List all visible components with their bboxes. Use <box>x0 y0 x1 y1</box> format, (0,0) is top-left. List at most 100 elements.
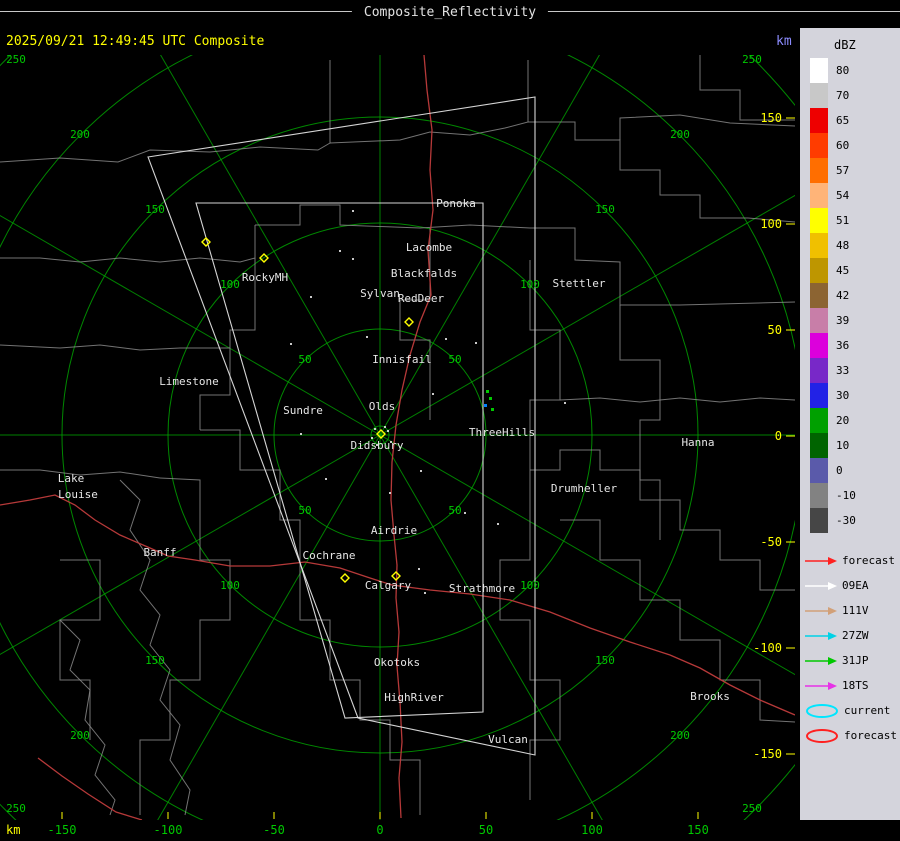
y-axis-label: -50 <box>760 535 782 549</box>
city-label: Banff <box>143 546 176 559</box>
scale-label: 54 <box>836 189 850 202</box>
town-dot <box>352 210 354 212</box>
scale-label: 48 <box>836 239 850 252</box>
legend-entry: 09EA <box>804 573 897 598</box>
ring-distance-label: 100 <box>220 278 240 291</box>
scale-label: 60 <box>836 139 850 152</box>
city-label: Sylvan <box>360 287 400 300</box>
city-label: ThreeHills <box>469 426 535 439</box>
radar-map: 50 100 150 200 250 50 100 150 200 250 50 100 150 200 2… <box>0 55 795 820</box>
scale-swatch <box>810 283 828 308</box>
legend-ellipse-icon <box>806 728 838 743</box>
town-dot <box>497 523 499 525</box>
scale-entry: -10 <box>810 483 856 508</box>
scale-entry: 36 <box>810 333 856 358</box>
city-label: Louise <box>58 488 98 501</box>
legend-entry: current <box>804 698 897 723</box>
scale-label: 70 <box>836 89 850 102</box>
y-axis-label: 150 <box>760 111 782 125</box>
scale-entry: 65 <box>810 108 856 133</box>
city-label: RockyMH <box>242 271 288 284</box>
scale-entry: 39 <box>810 308 856 333</box>
scale-swatch <box>810 433 828 458</box>
town-dot <box>432 393 434 395</box>
town-dot <box>384 426 386 428</box>
city-label: Blackfalds <box>391 267 457 280</box>
scale-label: 20 <box>836 414 850 427</box>
legend-sidebar: dBZ 80 70 65 60 57 54 51 48 45 42 39 36 33 30 20 10 0 -10… <box>800 28 900 820</box>
town-dot <box>420 470 422 472</box>
legend-arrow-icon <box>805 656 837 665</box>
scale-entry: 42 <box>810 283 856 308</box>
legend-label: current <box>844 704 891 717</box>
city-label: Olds <box>369 400 396 413</box>
legend-arrow-icon <box>805 556 837 565</box>
city-label: Stettler <box>553 277 606 290</box>
city-label: Drumheller <box>551 482 618 495</box>
town-dot <box>445 338 447 340</box>
ring-distance-label: 150 <box>595 654 615 667</box>
scale-label: 0 <box>836 464 843 477</box>
legend-label: 27ZW <box>842 629 869 642</box>
storm-legend: forecast 09EA 111V 27ZW 31JP 18TS current forec… <box>804 548 897 748</box>
scale-swatch <box>810 358 828 383</box>
city-label: Cochrane <box>303 549 356 562</box>
town-dot <box>564 402 566 404</box>
scale-swatch <box>810 183 828 208</box>
dbz-color-scale: 80 70 65 60 57 54 51 48 45 42 39 36 33 30 20 10 0 -10 -30 <box>810 58 856 533</box>
city-label: Didsbury <box>351 439 404 452</box>
scale-label: 45 <box>836 264 850 277</box>
x-axis-bar: km -150 -100 -50 0 50 100 150 <box>0 820 900 841</box>
y-axis-label: -100 <box>753 641 782 655</box>
ring-distance-label: 50 <box>448 504 461 517</box>
scale-label: 36 <box>836 339 850 352</box>
x-axis-label: -150 <box>47 823 77 837</box>
scale-entry: 0 <box>810 458 856 483</box>
scale-swatch <box>810 458 828 483</box>
scale-entry: 30 <box>810 383 856 408</box>
scale-label: 39 <box>836 314 850 327</box>
city-label: Sundre <box>283 404 323 417</box>
scale-swatch <box>810 308 828 333</box>
city-label: HighRiver <box>384 691 444 704</box>
scale-title: dBZ <box>834 38 856 52</box>
city-label: Vulcan <box>488 733 528 746</box>
town-dot <box>310 296 312 298</box>
ring-distance-label: 100 <box>520 579 540 592</box>
ring-distance-label: 200 <box>670 729 690 742</box>
legend-arrow-icon <box>805 606 837 615</box>
legend-arrow-icon <box>805 631 837 640</box>
x-axis-label: 50 <box>478 823 494 837</box>
legend-label: 111V <box>842 604 869 617</box>
scale-swatch <box>810 508 828 533</box>
ring-distance-label: 150 <box>145 654 165 667</box>
legend-label: 31JP <box>842 654 869 667</box>
x-axis-label: 100 <box>581 823 603 837</box>
legend-entry: 27ZW <box>804 623 897 648</box>
city-label: RedDeer <box>398 292 445 305</box>
city-label: Hanna <box>681 436 714 449</box>
ring-distance-label: 50 <box>298 353 311 366</box>
scale-entry: 20 <box>810 408 856 433</box>
city-label: Calgary <box>365 579 412 592</box>
legend-entry: 111V <box>804 598 897 623</box>
town-dot <box>352 258 354 260</box>
city-label: Strathmore <box>449 582 515 595</box>
scale-label: -30 <box>836 514 856 527</box>
city-label: Okotoks <box>374 656 420 669</box>
scale-swatch <box>810 383 828 408</box>
legend-arrow-icon <box>805 681 837 690</box>
legend-arrow-icon <box>805 581 837 590</box>
town-dot <box>424 592 426 594</box>
city-label: Limestone <box>159 375 219 388</box>
city-label: Lake <box>58 472 85 485</box>
scale-entry: 33 <box>810 358 856 383</box>
city-label: Lacombe <box>406 241 452 254</box>
scale-swatch <box>810 258 828 283</box>
scale-swatch <box>810 208 828 233</box>
scale-swatch <box>810 58 828 83</box>
town-dot <box>366 336 368 338</box>
x-axis-label: 150 <box>687 823 709 837</box>
scale-entry: 51 <box>810 208 856 233</box>
scale-swatch <box>810 408 828 433</box>
